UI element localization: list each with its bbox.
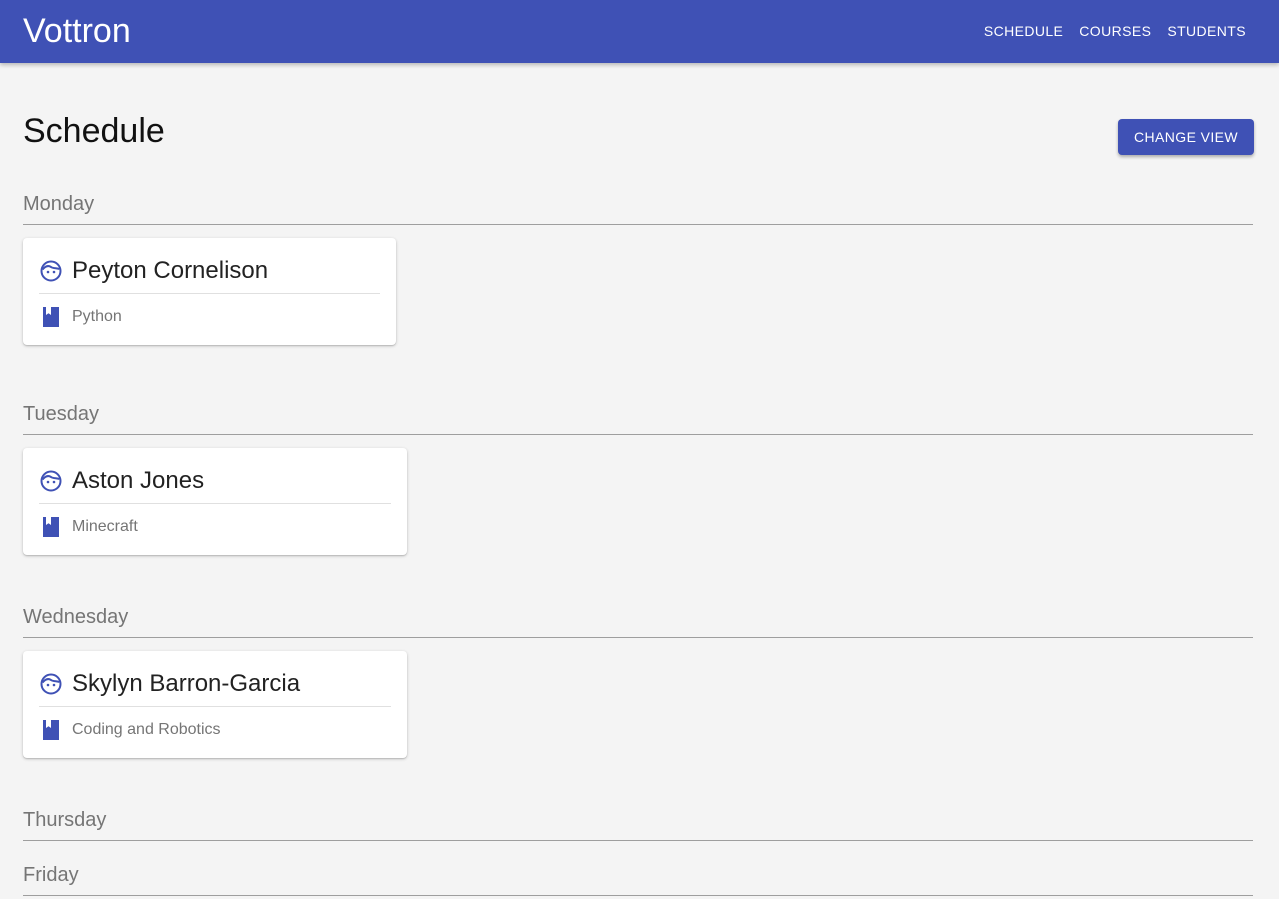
day-header-monday: Monday bbox=[23, 190, 1253, 225]
student-row: Skylyn Barron-Garcia bbox=[39, 670, 391, 707]
day-label: Tuesday bbox=[23, 403, 99, 425]
day-label: Wednesday bbox=[23, 606, 129, 628]
student-name: Peyton Cornelison bbox=[72, 257, 269, 284]
day-header-tuesday: Tuesday bbox=[23, 400, 1253, 435]
student-row: Aston Jones bbox=[39, 467, 391, 504]
student-row: Peyton Cornelison bbox=[39, 257, 380, 294]
book-icon bbox=[43, 517, 59, 537]
session-card[interactable]: Peyton Cornelison Python bbox=[23, 238, 396, 345]
student-name: Skylyn Barron-Garcia bbox=[72, 670, 301, 697]
change-view-button[interactable]: CHANGE VIEW bbox=[1118, 119, 1254, 155]
course-name: Python bbox=[72, 308, 122, 325]
course-name: Minecraft bbox=[72, 518, 138, 535]
face-icon bbox=[40, 673, 62, 695]
student-name: Aston Jones bbox=[72, 467, 205, 494]
day-label: Monday bbox=[23, 193, 95, 215]
nav-students[interactable]: STUDENTS bbox=[1159, 18, 1254, 44]
nav-courses[interactable]: COURSES bbox=[1071, 18, 1159, 44]
face-icon bbox=[40, 470, 62, 492]
nav-schedule[interactable]: SCHEDULE bbox=[976, 18, 1071, 44]
course-name: Coding and Robotics bbox=[72, 721, 221, 738]
top-nav: SCHEDULE COURSES STUDENTS bbox=[976, 18, 1254, 44]
book-icon bbox=[43, 307, 59, 327]
session-card[interactable]: Skylyn Barron-Garcia Coding and Robotics bbox=[23, 651, 407, 758]
day-header-friday: Friday bbox=[23, 861, 1253, 896]
day-header-wednesday: Wednesday bbox=[23, 603, 1253, 638]
day-label: Friday bbox=[23, 864, 79, 886]
day-label: Thursday bbox=[23, 809, 107, 831]
session-card[interactable]: Aston Jones Minecraft bbox=[23, 448, 407, 555]
day-header-thursday: Thursday bbox=[23, 806, 1253, 841]
page-title: Schedule bbox=[23, 112, 165, 150]
book-icon bbox=[43, 720, 59, 740]
app-bar: Vottron SCHEDULE COURSES STUDENTS bbox=[0, 0, 1279, 63]
face-icon bbox=[40, 260, 62, 282]
app-brand[interactable]: Vottron bbox=[23, 9, 131, 53]
